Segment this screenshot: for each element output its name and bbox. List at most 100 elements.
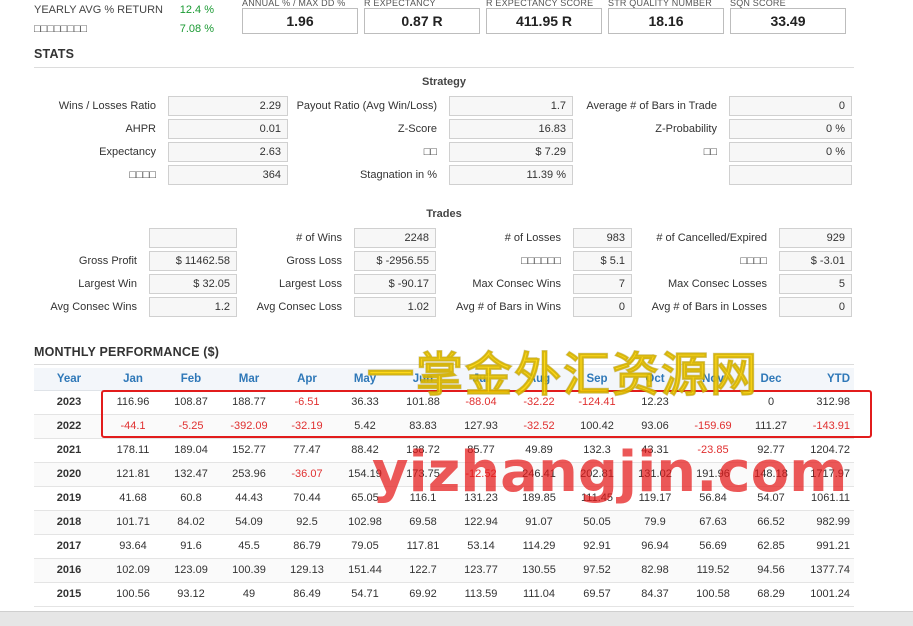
stat-value: 2.29 [168, 96, 288, 116]
col-year: Year [34, 368, 104, 391]
stat-value: 11.39 % [449, 165, 573, 185]
month-cell: 77.47 [278, 438, 336, 463]
stat-label: Average # of Bars in Trade [586, 100, 717, 112]
month-cell: 253.96 [220, 462, 278, 487]
metric-label: SQN SCORE [730, 0, 786, 8]
month-cell: 67.63 [684, 510, 742, 535]
stat-value: 1.7 [449, 96, 573, 116]
stat-label: □□ [703, 146, 717, 158]
month-cell: 50.05 [568, 510, 626, 535]
month-cell: 101.71 [104, 510, 162, 535]
trade-value: $ -90.17 [354, 274, 436, 294]
year-cell: 2021 [34, 438, 104, 463]
month-cell: 69.58 [394, 510, 452, 535]
trade-label: # of Losses [504, 232, 561, 244]
month-cell: 97.52 [568, 558, 626, 583]
trade-value: 0 [573, 297, 632, 317]
metric-r-expectancy-score: R EXPECTANCY SCORE 411.95 R [486, 0, 602, 34]
table-row: 2016 102.09 123.09 100.39 129.13 151.44 122.7 1… [34, 558, 854, 583]
stat-label: Z-Probability [655, 123, 717, 135]
trade-label: Avg # of Bars in Wins [456, 301, 561, 313]
metric-value: 18.16 [608, 8, 724, 34]
month-cell: 66.52 [742, 510, 800, 535]
month-cell: 151.44 [336, 558, 394, 583]
secondary-return-value: 7.08 % [179, 22, 214, 35]
col-apr: Apr [278, 368, 336, 391]
month-cell: 69.92 [394, 582, 452, 607]
month-cell: 152.77 [220, 438, 278, 463]
trade-value: $ 32.05 [149, 274, 237, 294]
month-cell: 41.68 [104, 486, 162, 511]
monthly-title: MONTHLY PERFORMANCE ($) [34, 345, 220, 359]
trade-value: 929 [779, 228, 852, 248]
year-cell: 2018 [34, 510, 104, 535]
month-cell: 69.57 [568, 582, 626, 607]
trade-label: # of Cancelled/Expired [656, 232, 767, 244]
month-cell: 49 [220, 582, 278, 607]
yearly-return-label: YEARLY AVG % RETURN [34, 3, 163, 16]
month-cell: 102.09 [104, 558, 162, 583]
month-cell: 122.94 [452, 510, 510, 535]
metric-value: 1.96 [242, 8, 358, 34]
metric-label: R EXPECTANCY [364, 0, 436, 8]
year-cell: 2016 [34, 558, 104, 583]
metric-value: 33.49 [730, 8, 846, 34]
metric-annual-maxdd: ANNUAL % / MAX DD % 1.96 [242, 0, 358, 34]
trade-label: # of Wins [296, 232, 342, 244]
table-row: 2018 101.71 84.02 54.09 92.5 102.98 69.58 122.9… [34, 510, 854, 535]
month-cell: 91.07 [510, 510, 568, 535]
month-cell: 92.91 [568, 534, 626, 559]
trade-value: 0 [779, 297, 852, 317]
trade-label: Max Consec Losses [667, 278, 767, 290]
month-cell: 82.98 [626, 558, 684, 583]
trade-value: 1.02 [354, 297, 436, 317]
stat-label: Wins / Losses Ratio [58, 100, 156, 112]
table-row: 2017 93.64 91.6 45.5 86.79 79.05 117.81 53.14 11… [34, 534, 854, 559]
secondary-return-label: □□□□□□□□ [34, 22, 88, 35]
month-cell: 96.94 [626, 534, 684, 559]
trade-value: 1.2 [149, 297, 237, 317]
trade-value: 7 [573, 274, 632, 294]
horizontal-scrollbar[interactable] [0, 611, 913, 626]
trade-value: 2248 [354, 228, 436, 248]
month-cell: 121.81 [104, 462, 162, 487]
trade-label: Avg Consec Wins [50, 301, 137, 313]
yearly-return-row: YEARLY AVG % RETURN 12.4 % [34, 0, 214, 19]
return-summary: YEARLY AVG % RETURN 12.4 % □□□□□□□□ 7.08… [34, 0, 214, 38]
month-cell: 70.44 [278, 486, 336, 511]
trade-value: 983 [573, 228, 632, 248]
trade-label: Largest Loss [279, 278, 342, 290]
trade-value-empty [149, 228, 237, 248]
trades-title: Trades [426, 208, 462, 220]
trade-label: Avg Consec Loss [256, 301, 342, 313]
month-cell: 45.5 [220, 534, 278, 559]
stat-value: 0.01 [168, 119, 288, 139]
ytd-cell: 1001.24 [800, 582, 854, 607]
month-cell: 86.79 [278, 534, 336, 559]
stat-label: Z-Score [397, 123, 437, 135]
month-cell: 114.29 [510, 534, 568, 559]
month-cell: 79.05 [336, 534, 394, 559]
trade-label: □□□□ [740, 255, 767, 267]
month-cell: 56.69 [684, 534, 742, 559]
metric-value: 0.87 R [364, 8, 480, 34]
month-cell: 91.6 [162, 534, 220, 559]
stat-value: $ 7.29 [449, 142, 573, 162]
month-cell: 44.43 [220, 486, 278, 511]
strategy-title: Strategy [421, 76, 467, 88]
month-cell: 100.39 [220, 558, 278, 583]
stat-value-empty [729, 165, 852, 185]
month-cell: 130.55 [510, 558, 568, 583]
secondary-return-row: □□□□□□□□ 7.08 % [34, 19, 214, 38]
month-cell: 79.9 [626, 510, 684, 535]
month-cell: 54.71 [336, 582, 394, 607]
trade-value: $ -2956.55 [354, 251, 436, 271]
month-cell: 111.04 [510, 582, 568, 607]
trade-label: Max Consec Wins [472, 278, 561, 290]
trade-label: Largest Win [78, 278, 137, 290]
month-cell: 92.5 [278, 510, 336, 535]
metric-label: STR QUALITY NUMBER [608, 0, 712, 8]
month-cell: 189.04 [162, 438, 220, 463]
month-cell: 123.77 [452, 558, 510, 583]
month-cell: 60.8 [162, 486, 220, 511]
